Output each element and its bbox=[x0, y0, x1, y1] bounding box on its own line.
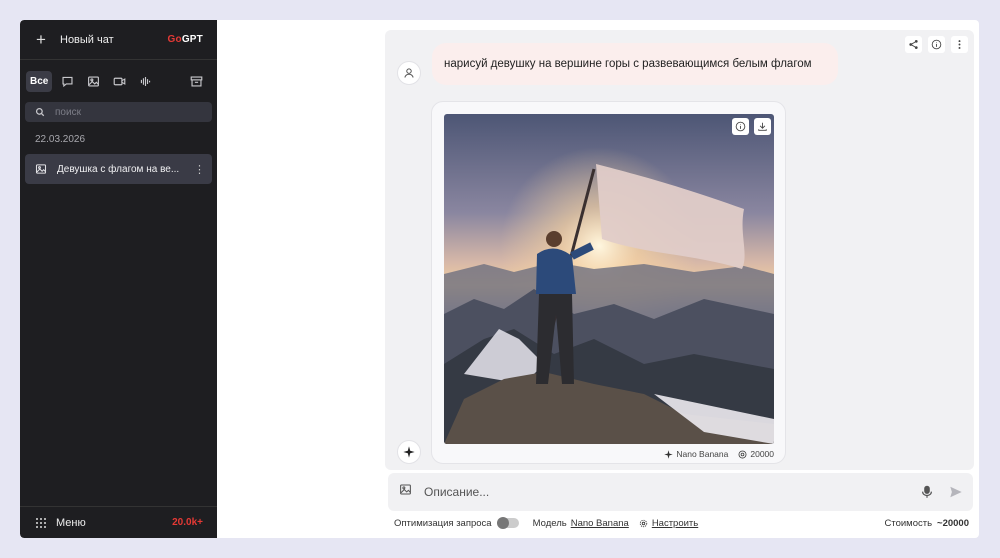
more-vertical-icon[interactable]: ⋮ bbox=[194, 163, 205, 176]
sidebar-footer: Меню 20.0k+ bbox=[20, 506, 217, 538]
optimize-label: Оптимизация запроса bbox=[394, 517, 492, 529]
new-chat-button[interactable]: Новый чат bbox=[60, 34, 168, 46]
sidebar: + Новый чат GoGPT Все поиск 22.03.2026 Д… bbox=[20, 20, 217, 538]
image-info-button[interactable] bbox=[732, 118, 749, 135]
prompt-composer bbox=[388, 473, 973, 511]
chat-title: Девушка с флагом на ве... bbox=[57, 163, 180, 175]
brand-go: Go bbox=[167, 34, 182, 45]
coin-icon bbox=[738, 450, 747, 458]
cost-value: ~20000 bbox=[937, 517, 969, 529]
video-icon bbox=[113, 77, 126, 85]
microphone-icon[interactable] bbox=[920, 485, 934, 499]
chat-icon bbox=[62, 76, 73, 87]
settings-link[interactable]: Настроить bbox=[639, 518, 698, 529]
image-icon bbox=[400, 484, 411, 495]
filter-audio-button[interactable] bbox=[134, 71, 156, 92]
filter-image-button[interactable] bbox=[82, 71, 104, 92]
image-icon bbox=[87, 75, 99, 87]
info-icon bbox=[735, 121, 746, 132]
conversation-actions bbox=[899, 36, 968, 53]
image-actions bbox=[727, 118, 771, 135]
gear-icon bbox=[639, 519, 647, 527]
sparkle-icon bbox=[664, 449, 674, 459]
search-box bbox=[25, 102, 212, 122]
image-download-button[interactable] bbox=[754, 118, 771, 135]
filter-archive-button[interactable] bbox=[185, 71, 207, 92]
app-window: + Новый чат GoGPT Все поиск 22.03.2026 Д… bbox=[20, 20, 979, 538]
chat-list-item[interactable]: Девушка с флагом на ве... ⋮ bbox=[25, 154, 212, 184]
user-icon bbox=[404, 68, 414, 78]
model-selector[interactable]: Nano Banana bbox=[571, 518, 629, 529]
menu-button[interactable]: Меню bbox=[56, 517, 172, 529]
image-icon bbox=[35, 164, 47, 174]
attach-image-button[interactable] bbox=[399, 483, 412, 501]
filter-chat-button[interactable] bbox=[56, 71, 78, 92]
sparkle-icon bbox=[403, 446, 415, 458]
info-button[interactable] bbox=[928, 36, 945, 53]
image-meta: Nano Banana 20000 bbox=[664, 449, 774, 459]
more-button[interactable] bbox=[951, 36, 968, 53]
token-balance: 20.0k+ bbox=[172, 517, 203, 528]
download-icon bbox=[758, 122, 767, 131]
filter-all-button[interactable]: Все bbox=[26, 70, 53, 92]
audio-icon bbox=[140, 76, 150, 86]
grid-menu-icon[interactable] bbox=[35, 517, 47, 529]
user-avatar bbox=[397, 61, 421, 85]
brand-logo: GoGPT bbox=[168, 34, 203, 45]
info-icon bbox=[931, 39, 942, 50]
search-input[interactable] bbox=[55, 106, 195, 118]
archive-icon bbox=[190, 75, 202, 87]
image-cost: 20000 bbox=[750, 449, 774, 459]
brand-gpt: GPT bbox=[181, 34, 203, 45]
filter-bar: Все bbox=[20, 64, 217, 98]
prompt-input[interactable] bbox=[424, 485, 920, 499]
generated-image[interactable] bbox=[444, 114, 774, 444]
share-button[interactable] bbox=[905, 36, 922, 53]
send-icon[interactable] bbox=[949, 485, 963, 499]
filter-video-button[interactable] bbox=[108, 71, 130, 92]
settings-label: Настроить bbox=[651, 517, 699, 529]
image-model-name: Nano Banana bbox=[676, 449, 729, 459]
composer-options: Оптимизация запроса Модель Nano Banana Н… bbox=[394, 516, 969, 530]
mountain-flag-image bbox=[444, 114, 774, 444]
chat-group-date: 22.03.2026 bbox=[35, 134, 86, 145]
more-vertical-icon bbox=[958, 40, 961, 49]
search-icon bbox=[35, 107, 45, 117]
model-label: Модель bbox=[532, 517, 567, 529]
optimize-toggle[interactable] bbox=[496, 517, 519, 529]
user-message: нарисуй девушку на вершине горы с развев… bbox=[432, 43, 838, 85]
ai-avatar bbox=[397, 440, 421, 464]
cost-label: Стоимость bbox=[884, 517, 933, 529]
sidebar-header: + Новый чат GoGPT bbox=[20, 20, 217, 60]
conversation-area: нарисуй девушку на вершине горы с развев… bbox=[385, 30, 974, 470]
generated-image-card: Nano Banana 20000 bbox=[431, 101, 786, 464]
plus-icon[interactable]: + bbox=[36, 30, 50, 50]
share-icon bbox=[909, 40, 918, 49]
